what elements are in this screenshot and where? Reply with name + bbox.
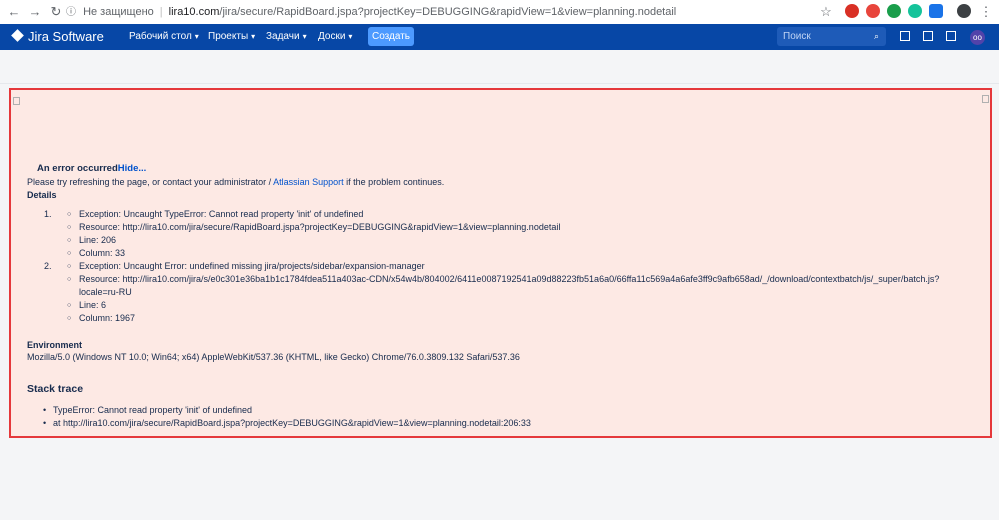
help-icon[interactable] [923,31,933,41]
error-title-line: An error occurredHide... [37,163,939,175]
error-message: Please try refreshing the page, or conta… [27,176,939,188]
jira-logo[interactable]: Jira Software [11,29,104,45]
line-text: Line: 206 [67,234,939,247]
back-icon[interactable]: ← [6,4,22,20]
error-content: An error occurredHide... Please try refr… [27,163,939,430]
resource-text: Resource: http://lira10.com/jira/secure/… [67,221,939,234]
nav-label: Рабочий стол [129,31,192,42]
stack-line: at http://lira10.com/jira/secure/RapidBo… [27,417,939,430]
nav-projects[interactable]: Проекты ▾ [208,31,255,43]
extension-icon[interactable] [929,4,943,18]
reload-icon[interactable]: ↻ [48,4,64,20]
extension-icon[interactable] [845,4,859,18]
avatar[interactable]: oo [970,30,985,45]
create-button[interactable]: Создать [368,27,414,46]
profile-avatar-icon[interactable] [957,4,971,18]
resource-url: Resource: http://lira10.com/jira/s/e0c30… [79,274,940,284]
environment-heading: Environment [27,340,83,350]
search-placeholder: Поиск [783,31,811,42]
details-heading: Details [27,190,57,200]
security-label: Не защищено [83,6,154,18]
column-text: Column: 33 [67,247,939,260]
browser-toolbar: ← → ↻ ⓘ Не защищено | lira10.com/jira/secu… [0,0,999,25]
info-icon[interactable]: ⓘ [66,7,76,18]
url-path: /jira/secure/RapidBoard.jspa?projectKey=… [219,6,677,18]
nav-boards[interactable]: Доски ▾ [318,31,352,43]
close-icon[interactable] [982,95,989,103]
stack-line: TypeError: Cannot read property 'init' o… [27,404,939,417]
extension-icon[interactable] [866,4,880,18]
detail-item: 1. Exception: Uncaught TypeError: Cannot… [27,208,939,260]
address-bar[interactable]: ⓘ Не защищено | lira10.com/jira/secure/Rap… [66,3,826,21]
error-title: An error occurred [37,163,118,174]
nav-label: Задачи [266,31,300,42]
resource-url-cont: locale=ru-RU [79,287,132,297]
details-list: 1. Exception: Uncaught TypeError: Cannot… [27,208,939,325]
chevron-down-icon: ▾ [251,32,256,41]
detail-number: 1. [44,209,52,219]
environment-text: Mozilla/5.0 (Windows NT 10.0; Win64; x64… [27,352,520,362]
menu-dots-icon[interactable]: ⋮ [978,4,994,20]
exception-text: Exception: Uncaught TypeError: Cannot re… [67,208,939,221]
message-text: Please try refreshing the page, or conta… [27,177,274,187]
atlassian-support-link[interactable]: Atlassian Support [273,177,344,187]
jira-diamond-icon [11,29,24,42]
settings-icon[interactable] [946,31,956,41]
message-text: if the problem continues. [343,177,445,187]
search-icon: ⌕ [873,31,879,41]
nav-label: Доски [318,31,346,42]
notifications-icon[interactable] [900,31,910,41]
stack-trace-list: TypeError: Cannot read property 'init' o… [27,404,939,430]
error-panel: An error occurredHide... Please try refr… [9,88,992,438]
grammarly-icon[interactable] [908,4,922,18]
nav-issues[interactable]: Задачи ▾ [266,31,307,43]
column-text: Column: 1967 [67,312,939,325]
logo-text: Jira Software [28,29,104,44]
collapse-icon[interactable] [13,97,20,105]
search-input[interactable]: Поиск ⌕ [777,27,886,46]
jira-header: Jira Software Рабочий стол ▾ Проекты ▾ Зад… [0,24,999,50]
nav-label: Проекты [208,31,249,42]
chevron-down-icon: ▾ [302,32,307,41]
line-text: Line: 6 [67,299,939,312]
detail-number: 2. [44,261,52,271]
nav-dashboard[interactable]: Рабочий стол ▾ [129,31,199,43]
exception-text: Exception: Uncaught Error: undefined mis… [67,260,939,273]
hide-link[interactable]: Hide... [118,163,147,174]
url-host: lira10.com [168,6,220,18]
forward-icon[interactable]: → [27,4,43,20]
page-toolbar-strip [0,50,999,84]
resource-text: Resource: http://lira10.com/jira/s/e0c30… [67,273,940,299]
extension-icon[interactable] [887,4,901,18]
detail-item: 2. Exception: Uncaught Error: undefined … [27,260,939,325]
chevron-down-icon: ▾ [194,32,199,41]
stack-trace-heading: Stack trace [27,383,84,395]
chevron-down-icon: ▾ [348,32,353,41]
star-icon[interactable]: ☆ [818,4,834,20]
